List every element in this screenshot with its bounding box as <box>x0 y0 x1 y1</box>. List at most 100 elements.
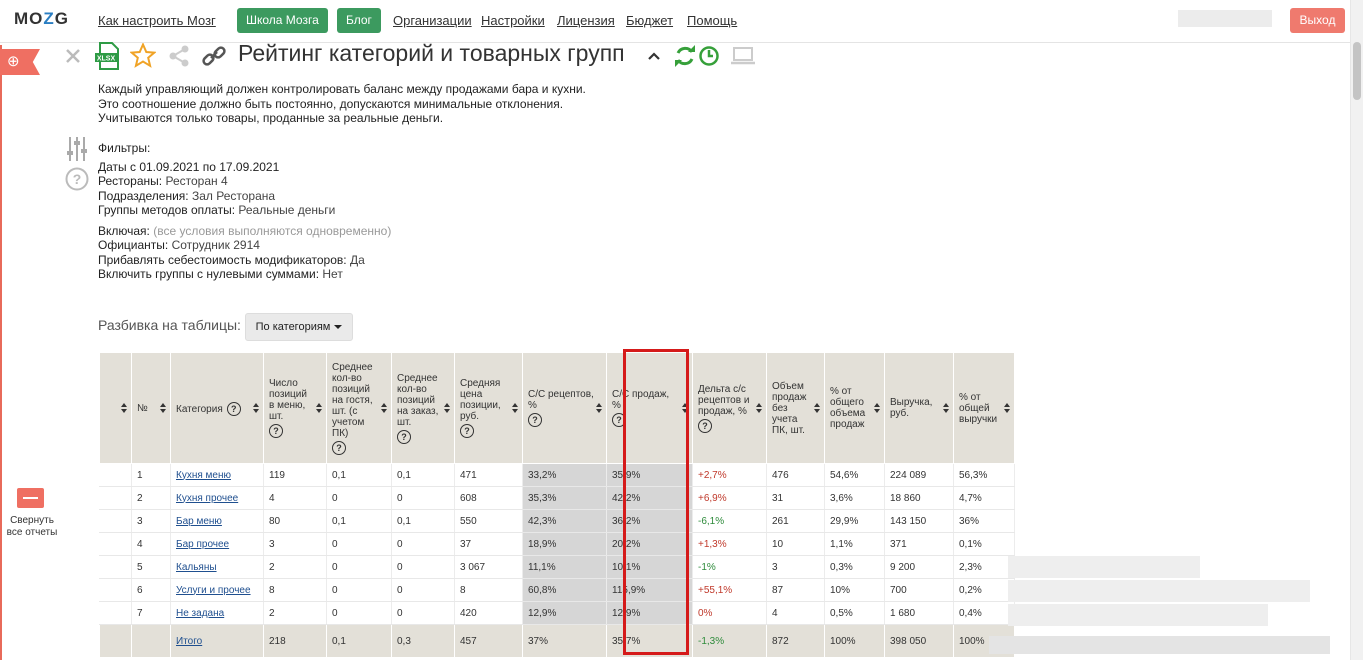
cell-volpct: 29,9% <box>824 509 885 533</box>
sort-icon[interactable] <box>444 403 450 413</box>
column-header[interactable]: С/С рецептов, %? <box>522 352 607 464</box>
cell-ccrecipe: 33,2% <box>522 463 607 487</box>
nav-license[interactable]: Лицензия <box>557 13 615 28</box>
cell-blank <box>99 624 132 658</box>
cell-value: 4 <box>772 607 778 619</box>
help-icon[interactable]: ? <box>332 440 346 455</box>
category-link[interactable]: Не задана <box>176 608 224 619</box>
sort-icon[interactable] <box>874 403 880 413</box>
sort-icon[interactable] <box>512 403 518 413</box>
nav-help[interactable]: Помощь <box>687 13 737 28</box>
cell-n: 3 <box>131 509 171 533</box>
cell-value: 10 <box>772 538 784 550</box>
sort-icon[interactable] <box>814 403 820 413</box>
laptop-icon[interactable] <box>730 46 756 66</box>
cell-value: 471 <box>460 469 477 481</box>
sort-icon[interactable] <box>160 403 166 413</box>
share-icon[interactable] <box>168 45 190 67</box>
sort-icon[interactable] <box>596 403 602 413</box>
cell-value: 0,5% <box>830 607 853 619</box>
nav-how-to-setup[interactable]: Как настроить Мозг <box>98 13 216 28</box>
cell-blank <box>99 509 132 533</box>
category-link[interactable]: Кальяны <box>176 562 217 573</box>
help-icon[interactable]: ? <box>698 418 712 433</box>
cell-volume: 31 <box>766 486 825 510</box>
help-icon[interactable]: ? <box>612 413 626 427</box>
column-header[interactable]: Число позиций в меню, шт.? <box>263 352 327 464</box>
category-link[interactable]: Кухня прочее <box>176 493 238 504</box>
column-header[interactable]: Среднее кол-во позиций на заказ, шт.? <box>391 352 455 464</box>
collapse-all-button[interactable] <box>17 488 44 508</box>
minus-icon <box>23 497 38 499</box>
table-total-row: Итого 218 0,1 0,3 457 37% 35,7% -1,3% 872 100% 398… <box>99 624 1015 658</box>
sort-icon[interactable] <box>682 403 688 413</box>
top-navbar: MOZG Как настроить Мозг Школа Мозга Блог… <box>0 0 1350 43</box>
cell-perorder: 0,1 <box>391 509 455 533</box>
sort-icon[interactable] <box>1004 403 1010 413</box>
nav-budget[interactable]: Бюджет <box>626 13 673 28</box>
column-header-label: Число позиций в меню, шт. <box>269 378 307 422</box>
cell-revenue: 224 089 <box>884 463 954 487</box>
clock-icon[interactable] <box>698 45 720 67</box>
column-header[interactable]: Выручка, руб. <box>884 352 954 464</box>
cell-ccrecipe: 37% <box>522 624 607 658</box>
refresh-icon[interactable] <box>673 45 697 67</box>
nav-organizations[interactable]: Организации <box>393 13 472 28</box>
cell-value: 56,3% <box>959 469 988 481</box>
cell-cat: Кальяны <box>170 555 264 579</box>
nav-settings[interactable]: Настройки <box>481 13 545 28</box>
nav-blog-button[interactable]: Блог <box>337 8 381 33</box>
column-header[interactable]: Категория? <box>170 352 264 464</box>
chevron-up-icon[interactable] <box>647 50 661 62</box>
category-link[interactable]: Итого <box>176 636 202 647</box>
cell-value: -1% <box>698 561 716 573</box>
help-icon[interactable]: ? <box>269 424 283 438</box>
help-icon[interactable]: ? <box>397 429 411 444</box>
cell-value: 261 <box>772 515 789 527</box>
close-icon[interactable] <box>65 48 81 64</box>
reports-badge[interactable]: ⊕ <box>0 49 40 75</box>
xlsx-export-icon[interactable]: XLSX <box>95 42 121 70</box>
cell-items: 8 <box>263 578 327 602</box>
nav-school-button[interactable]: Школа Мозга <box>237 8 328 33</box>
column-header[interactable]: % от общей выручки <box>953 352 1015 464</box>
star-icon[interactable] <box>130 43 156 68</box>
logout-button[interactable]: Выход <box>1290 8 1345 33</box>
scrollbar-thumb[interactable] <box>1353 42 1361 100</box>
column-header[interactable]: Среднее кол-во позиций на гостя, шт. (с … <box>326 352 392 464</box>
cell-ccsales: 36,2% <box>606 509 693 533</box>
mozg-logo[interactable]: MOZG <box>14 9 69 29</box>
sort-icon[interactable] <box>381 403 387 413</box>
sort-icon[interactable] <box>121 403 127 413</box>
sort-icon[interactable] <box>316 403 322 413</box>
category-link[interactable]: Бар прочее <box>176 539 229 550</box>
category-link[interactable]: Бар меню <box>176 516 222 527</box>
column-header[interactable]: Средняя цена позиции, руб.? <box>454 352 523 464</box>
sort-icon[interactable] <box>943 403 949 413</box>
column-header[interactable]: С/С продаж, %? <box>606 352 693 464</box>
help-icon[interactable]: ? <box>226 402 241 416</box>
column-header[interactable]: Объем продаж без учета ПК, шт. <box>766 352 825 464</box>
column-header[interactable]: Дельта с/с рецептов и продаж, %? <box>692 352 767 464</box>
sort-icon[interactable] <box>253 403 259 413</box>
help-icon[interactable]: ? <box>65 167 89 191</box>
cell-perorder: 0 <box>391 486 455 510</box>
help-icon[interactable]: ? <box>528 413 542 427</box>
category-link[interactable]: Кухня меню <box>176 470 231 481</box>
category-link[interactable]: Услуги и прочее <box>176 585 251 596</box>
column-header[interactable] <box>99 352 132 464</box>
column-header[interactable]: № <box>131 352 171 464</box>
table-row: 3 Бар меню 80 0,1 0,1 550 42,3% 36,2% -6,1% 261 29… <box>99 509 1015 533</box>
help-icon[interactable]: ? <box>460 424 474 438</box>
left-rail <box>0 45 2 660</box>
breakdown-dropdown[interactable]: По категориям <box>245 313 353 341</box>
cell-perorder: 0,3 <box>391 624 455 658</box>
filter-sliders-icon[interactable] <box>65 136 89 162</box>
cell-revpct: 36% <box>953 509 1015 533</box>
column-header[interactable]: % от общего объема продаж <box>824 352 885 464</box>
cell-value: 4 <box>137 538 143 550</box>
cell-avgprice: 420 <box>454 601 523 625</box>
collapse-all-label: Свернуть все отчеты <box>6 515 58 538</box>
sort-icon[interactable] <box>756 403 762 413</box>
link-icon[interactable] <box>201 44 227 68</box>
